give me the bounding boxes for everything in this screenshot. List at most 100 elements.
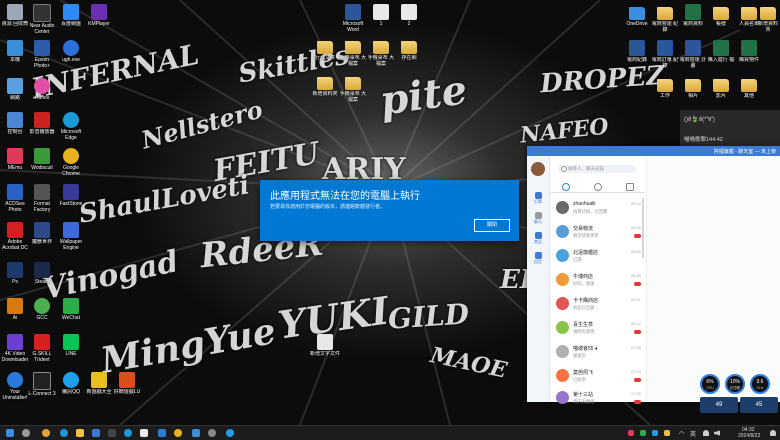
conversation-item[interactable]: 北遠旗艦店 已讀 08:55 [556, 246, 641, 266]
desktop-icon[interactable]: 新增資料夾 [310, 74, 340, 97]
desktop-icon[interactable]: 存在網 [394, 38, 424, 61]
conversation-item[interactable]: 牛博商店 好的，感謝 08:40 [556, 270, 641, 290]
desktop-icon[interactable]: 手機桌布 大檔案 [338, 38, 368, 67]
desktop-icon[interactable]: 騰訊QQ [56, 372, 86, 395]
desktop-icon[interactable]: 1 [366, 4, 396, 27]
desktop-icon[interactable]: MEmu [0, 148, 30, 171]
desktop-icon[interactable]: GCC [27, 298, 57, 321]
settings-icon[interactable] [208, 429, 216, 437]
desktop-icon[interactable]: 電商營運 計畫 [678, 40, 708, 69]
desktop-icon[interactable]: Wallpaper Engine [56, 222, 86, 251]
store-icon[interactable] [92, 429, 100, 437]
start-icon[interactable] [6, 429, 14, 437]
desktop-icon[interactable]: FastStone [56, 184, 86, 207]
desktop-icon[interactable]: 行政文件 [310, 38, 340, 61]
mail-icon[interactable] [158, 429, 166, 437]
tab-bookmark-icon[interactable] [626, 183, 634, 191]
rail-item-settings[interactable]: 設定 [531, 252, 545, 265]
conversation-item[interactable]: 卡卡購商店 商品已出貨 08:31 [556, 294, 641, 314]
desktop-icon[interactable]: 4K Video Downloader [0, 334, 30, 363]
desktop-icon[interactable]: 2 [394, 4, 424, 27]
photos-icon[interactable] [192, 429, 200, 437]
desktop-icon[interactable]: Epson Photo+ [27, 40, 57, 69]
tray-app-icon[interactable] [640, 430, 646, 436]
search-icon[interactable] [22, 429, 30, 437]
desktop-icon[interactable]: 電商營運 紀錄 [650, 4, 680, 33]
search-input[interactable]: 搜尋人、聊天記錄 [558, 165, 636, 173]
terminal-icon[interactable] [108, 429, 116, 437]
notification-bell-icon[interactable] [770, 430, 776, 436]
desktop-icon[interactable]: 控制台 [0, 112, 30, 135]
conversation-item[interactable]: 喜生生草 請問有貨嗎 08:12 [556, 318, 641, 338]
desktop-icon[interactable]: 購買物件 [734, 40, 764, 63]
desktop-icon[interactable]: 新增資料夾 [756, 4, 780, 33]
chat-app-icon[interactable] [42, 429, 50, 437]
wifi-icon[interactable] [703, 430, 709, 436]
desktop-icon[interactable]: KMPlayer [84, 4, 114, 27]
desktop[interactable]: INFERNAL Skittles pite DROPEZ Nellstero … [0, 0, 780, 425]
desktop-icon-recycle-bin[interactable]: 資源 回收筒 [0, 4, 30, 27]
tray-app-icon[interactable] [664, 430, 670, 436]
conversation-item[interactable]: zhanhuaili 找尋待辦，已回覆 09:12 [556, 198, 641, 218]
desktop-icon[interactable]: Adobe Acrobat DC [0, 222, 30, 251]
desktop-icon[interactable]: iTunes [27, 78, 57, 101]
desktop-icon[interactable]: 新遊戲大全 [84, 372, 114, 395]
chevron-up-icon[interactable] [678, 430, 685, 437]
desktop-icon[interactable]: Ps [0, 262, 30, 285]
notification-card[interactable]: ()ð🍃ð(*'∀') 喵喵歌聊144:42 [680, 110, 780, 146]
desktop-icon[interactable]: 其他 [734, 76, 764, 99]
clock-date[interactable]: 2024/8/22 [738, 433, 760, 439]
desktop-icon[interactable]: Wodiscuit [27, 148, 57, 171]
desktop-icon[interactable]: ugh.exe [56, 40, 86, 63]
conversation-item[interactable]: 交易物流 物流狀態更新 09:08 [556, 222, 641, 242]
file-explorer-icon[interactable] [76, 429, 84, 437]
desktop-icon[interactable]: WeChat [56, 298, 86, 321]
rail-item-chat[interactable]: 聊天 [531, 212, 545, 225]
desktop-icon[interactable]: 購入進行 檔 [706, 40, 736, 63]
tiktok-icon[interactable] [140, 429, 148, 437]
tab-contacts-icon[interactable] [594, 183, 602, 191]
desktop-icon[interactable]: Near Audio Center [27, 4, 57, 35]
conversation-item[interactable]: 第十三站 明天再聯絡 07:30 [556, 388, 641, 408]
conversation-item[interactable]: 喵總會55 ♦ 謝謝您 07:58 [556, 342, 641, 362]
tray-app-icon[interactable] [628, 430, 634, 436]
close-button[interactable]: 關閉 [474, 219, 510, 232]
desktop-icon[interactable]: OneDrive [622, 4, 652, 27]
desktop-icon[interactable]: 手機桌布 大檔案 [366, 38, 396, 67]
qq-icon[interactable] [226, 429, 234, 437]
tray-app-icon[interactable] [652, 430, 658, 436]
desktop-icon[interactable]: 相片 [678, 76, 708, 99]
chat-title-bar[interactable]: 阿福旗艦 - 聊天室 — 未上架 [527, 146, 780, 156]
conversation-item[interactable]: 莫芭周飞 已收到 07:44 [556, 366, 641, 386]
desktop-icon[interactable]: 本機 [0, 40, 30, 63]
tab-recent-icon[interactable] [562, 183, 570, 191]
chrome-icon[interactable] [174, 429, 182, 437]
desktop-icon[interactable]: G.SKILL Trident [27, 334, 57, 363]
edge-icon[interactable] [124, 429, 132, 437]
desktop-icon[interactable]: 影音播放器 [27, 112, 57, 135]
desktop-icon[interactable]: Format Factory [27, 184, 57, 213]
desktop-icon[interactable]: Your Uninstaller! [0, 372, 30, 401]
edge-icon[interactable] [60, 429, 68, 437]
input-language[interactable]: 英 [690, 429, 696, 438]
desktop-icon[interactable]: Google Chrome [56, 148, 86, 177]
desktop-icon[interactable]: ACDSee Photo [0, 184, 30, 213]
desktop-icon[interactable]: 好轉遊戲LU [112, 372, 142, 395]
desktop-icon[interactable]: 電商訂單 紀錄 [650, 40, 680, 69]
user-avatar[interactable] [531, 162, 545, 176]
volume-icon[interactable] [714, 430, 720, 436]
desktop-icon[interactable]: LINE [56, 334, 86, 357]
desktop-icon[interactable]: 帳號 [706, 4, 736, 27]
desktop-icon[interactable]: Steam [27, 262, 57, 285]
desktop-icon[interactable]: 工作 [650, 76, 680, 99]
desktop-icon[interactable]: 網路 [0, 78, 30, 101]
desktop-icon[interactable]: 影片 [706, 76, 736, 99]
desktop-icon[interactable]: Ai [0, 298, 30, 321]
desktop-icon[interactable]: Microsoft Word [338, 4, 368, 33]
desktop-icon[interactable]: 百度網盤 [56, 4, 86, 27]
desktop-icon[interactable]: 魔獸世界 [27, 222, 57, 245]
desktop-icon[interactable]: 電商資料 [678, 4, 708, 27]
rail-item-orders[interactable]: 訂單 [531, 192, 545, 205]
desktop-icon[interactable]: 手機桌布 大檔案 [338, 74, 368, 103]
desktop-icon[interactable]: Microsoft Edge [56, 112, 86, 141]
